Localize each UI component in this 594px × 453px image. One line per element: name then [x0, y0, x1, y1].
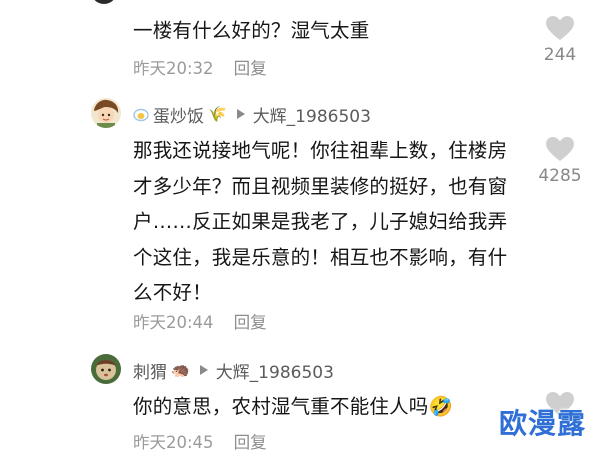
- username-emoji: 🌾: [208, 104, 227, 123]
- reply-button[interactable]: 回复: [234, 55, 267, 79]
- comment-header: 蛋炒饭 🌾 大辉_1986503: [133, 102, 371, 127]
- comment-meta: 昨天20:45 回复: [133, 430, 267, 452]
- comment-time: 昨天20:44: [133, 313, 214, 332]
- cutoff-avatar-fragment: [91, 0, 117, 4]
- reply-arrow-icon: [199, 365, 208, 375]
- like-button[interactable]: 4285: [530, 137, 590, 186]
- comment-meta: 昨天20:44 回复: [133, 310, 267, 332]
- reply-arrow-icon: [236, 109, 245, 119]
- username[interactable]: 蛋炒饭: [153, 102, 204, 127]
- heart-icon: [546, 137, 574, 161]
- reply-target-username[interactable]: 大辉_1986503: [216, 358, 334, 383]
- avatar[interactable]: [91, 354, 121, 384]
- heart-icon: [546, 16, 574, 40]
- like-count: 4285: [538, 166, 582, 186]
- comment-header: 刺猬 🦔 大辉_1986503: [133, 358, 334, 383]
- user-badge-icon: [133, 107, 149, 122]
- comment-meta: 昨天20:32 回复: [133, 56, 267, 78]
- username-emoji: 🦔: [171, 360, 190, 379]
- comment-time: 昨天20:32: [133, 59, 214, 78]
- comment-text: 你的意思，农村湿气重不能住人吗🤣: [133, 395, 453, 418]
- username[interactable]: 刺猬: [133, 358, 167, 383]
- like-button[interactable]: 244: [530, 16, 590, 65]
- comment-text: 一楼有什么好的？湿气太重: [133, 19, 370, 42]
- reply-button[interactable]: 回复: [234, 429, 267, 453]
- reply-target-username[interactable]: 大辉_1986503: [253, 102, 371, 127]
- avatar[interactable]: [91, 98, 121, 128]
- comment-text: 那我还说接地气呢！你往祖辈上数，住楼房才多少年？而且视频里装修的挺好，也有窗户……: [133, 139, 508, 304]
- cutoff-header: [91, 0, 127, 8]
- like-count: 244: [543, 45, 577, 65]
- comment-time: 昨天20:45: [133, 433, 214, 452]
- watermark: 欧漫露: [498, 407, 586, 440]
- reply-button[interactable]: 回复: [234, 309, 267, 333]
